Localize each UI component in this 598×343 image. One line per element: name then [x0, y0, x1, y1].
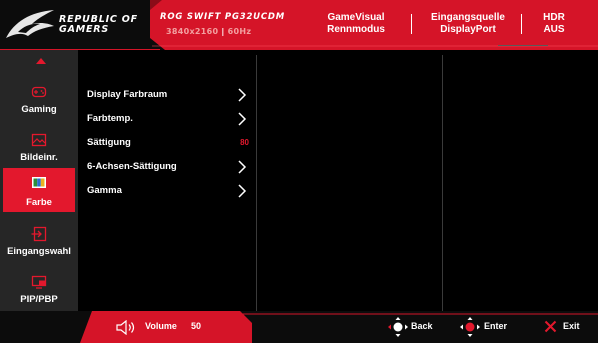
- chevron-right-icon: [238, 112, 247, 126]
- menu-item-saturation[interactable]: Sättigung 80: [87, 133, 255, 153]
- header-hint-line: [498, 45, 548, 46]
- gamevisual-value: Rennmodus: [327, 24, 385, 35]
- input-source-status: Eingangsquelle DisplayPort: [418, 12, 518, 36]
- hdr-label: HDR: [543, 12, 565, 23]
- resolution-value: 3840x2160: [166, 27, 219, 36]
- signal-info: 3840x2160 | 60Hz: [166, 27, 252, 36]
- sidebar-item-label: PIP/PBP: [20, 294, 58, 305]
- input-icon: [31, 226, 47, 242]
- menu-item-gamma[interactable]: Gamma: [87, 181, 255, 201]
- footer-red-banner: [80, 311, 598, 343]
- sidebar-item-label: Bildeinr.: [20, 152, 58, 163]
- volume-value: 50: [191, 321, 202, 331]
- close-icon[interactable]: [544, 320, 557, 333]
- header-divider: [411, 14, 412, 34]
- hdr-status: HDR AUS: [534, 12, 574, 36]
- chevron-right-icon: [238, 88, 247, 102]
- menu-item-label: Farbtemp.: [87, 113, 133, 124]
- gamevisual-label: GameVisual: [327, 12, 385, 23]
- column-divider: [442, 55, 443, 311]
- enter-label: Enter: [484, 321, 508, 331]
- osd-header: REPUBLIC OF GAMERS ROG SWIFT PG32UCDM 38…: [0, 0, 598, 50]
- rog-eye-logo-icon: [6, 10, 54, 38]
- scroll-up-arrow-icon[interactable]: [36, 58, 46, 64]
- saturation-value: 80: [240, 138, 249, 147]
- volume-label: Volume: [145, 321, 177, 331]
- refresh-rate-value: 60Hz: [227, 27, 252, 36]
- sidebar-item-pip-pbp[interactable]: PIP/PBP: [0, 268, 78, 316]
- sidebar-item-label: Eingangswahl: [7, 246, 71, 257]
- chevron-right-icon: [238, 184, 247, 198]
- brand-name: REPUBLIC OF GAMERS: [59, 14, 138, 35]
- chevron-right-icon: [238, 160, 247, 174]
- pip-icon: [31, 275, 47, 289]
- column-divider: [256, 55, 257, 311]
- sidebar-item-input[interactable]: Eingangswahl: [0, 220, 78, 268]
- sidebar-item-label: Farbe: [26, 197, 52, 208]
- menu-item-6-axis-saturation[interactable]: 6-Achsen-Sättigung: [87, 157, 255, 177]
- joystick-back-icon[interactable]: [386, 315, 410, 339]
- menu-item-label: 6-Achsen-Sättigung: [87, 161, 177, 172]
- model-name: ROG SWIFT PG32UCDM: [160, 12, 286, 22]
- menu-item-label: Sättigung: [87, 137, 131, 148]
- exit-label: Exit: [563, 321, 580, 331]
- sidebar-item-color[interactable]: Farbe: [3, 168, 75, 212]
- menu-item-display-colorspace[interactable]: Display Farbraum: [87, 85, 255, 105]
- color-icon: [32, 177, 46, 188]
- menu-item-label: Gamma: [87, 185, 122, 196]
- header-divider: [521, 14, 522, 34]
- joystick-enter-icon[interactable]: [458, 315, 482, 339]
- volume-speaker-icon[interactable]: [116, 320, 138, 335]
- input-source-value: DisplayPort: [440, 24, 496, 35]
- back-label: Back: [411, 321, 433, 331]
- input-source-label: Eingangsquelle: [431, 12, 505, 23]
- sidebar-item-gaming[interactable]: Gaming: [0, 78, 78, 126]
- image-icon: [31, 133, 47, 147]
- osd-footer: Volume 50 Back Enter Exit: [0, 311, 598, 343]
- gamevisual-status: GameVisual Rennmodus: [306, 12, 406, 36]
- sidebar-item-image[interactable]: Bildeinr.: [0, 126, 78, 174]
- gamepad-icon: [31, 86, 47, 98]
- menu-item-label: Display Farbraum: [87, 89, 168, 100]
- menu-item-color-temp[interactable]: Farbtemp.: [87, 109, 255, 129]
- monitor-osd: REPUBLIC OF GAMERS ROG SWIFT PG32UCDM 38…: [0, 0, 598, 343]
- sidebar-item-label: Gaming: [21, 104, 57, 115]
- hdr-value: AUS: [543, 24, 565, 35]
